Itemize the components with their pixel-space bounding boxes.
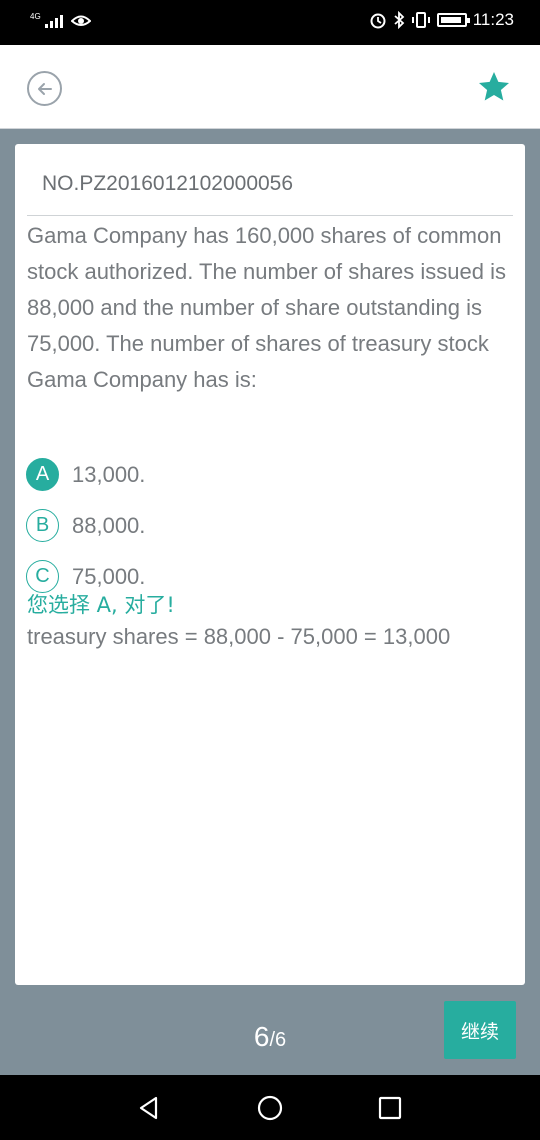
answer-result: 您选择 A, 对了!	[27, 593, 175, 617]
option-b-text: 88,000.	[72, 512, 146, 538]
option-a-letter: A	[26, 458, 59, 491]
star-icon[interactable]	[476, 69, 512, 105]
status-right: 11:23	[369, 10, 514, 30]
option-c-text: 75,000.	[72, 563, 146, 589]
alarm-icon	[370, 13, 386, 29]
battery-icon	[436, 13, 470, 27]
question-text: Gama Company has 160,000 shares of commo…	[27, 223, 506, 392]
option-a[interactable]: A 13,000.	[26, 449, 506, 500]
status-bar: 4G 11:23	[0, 0, 540, 45]
question-number: NO.PZ2016012102000056	[42, 172, 294, 195]
total-pages: /6	[269, 1029, 287, 1051]
answer-explanation: treasury shares = 88,000 - 75,000 = 13,0…	[27, 624, 451, 649]
continue-button[interactable]: 继续	[444, 1001, 516, 1059]
signal-icon: 4G	[30, 12, 63, 28]
current-page: 6	[253, 1021, 270, 1052]
option-a-text: 13,000.	[72, 461, 146, 487]
recents-square-icon[interactable]	[375, 1093, 405, 1123]
network-type: 4G	[30, 12, 41, 21]
system-nav-bar	[0, 1075, 540, 1140]
options-list: A 13,000. B 88,000. C 75,000.	[26, 449, 506, 602]
back-triangle-icon[interactable]	[134, 1093, 164, 1123]
option-b[interactable]: B 88,000.	[26, 500, 506, 551]
status-time: 11:23	[472, 10, 514, 29]
home-circle-icon[interactable]	[255, 1093, 285, 1123]
question-card: NO.PZ2016012102000056 Gama Company has 1…	[15, 144, 525, 985]
back-button[interactable]	[27, 71, 62, 106]
vibrate-icon	[411, 12, 430, 28]
divider	[27, 215, 513, 216]
app-header	[0, 45, 540, 129]
status-left: 4G	[30, 12, 91, 28]
arrow-left-icon	[37, 82, 52, 95]
eye-icon	[70, 15, 91, 26]
option-b-letter: B	[26, 509, 59, 542]
bluetooth-icon	[394, 11, 405, 29]
